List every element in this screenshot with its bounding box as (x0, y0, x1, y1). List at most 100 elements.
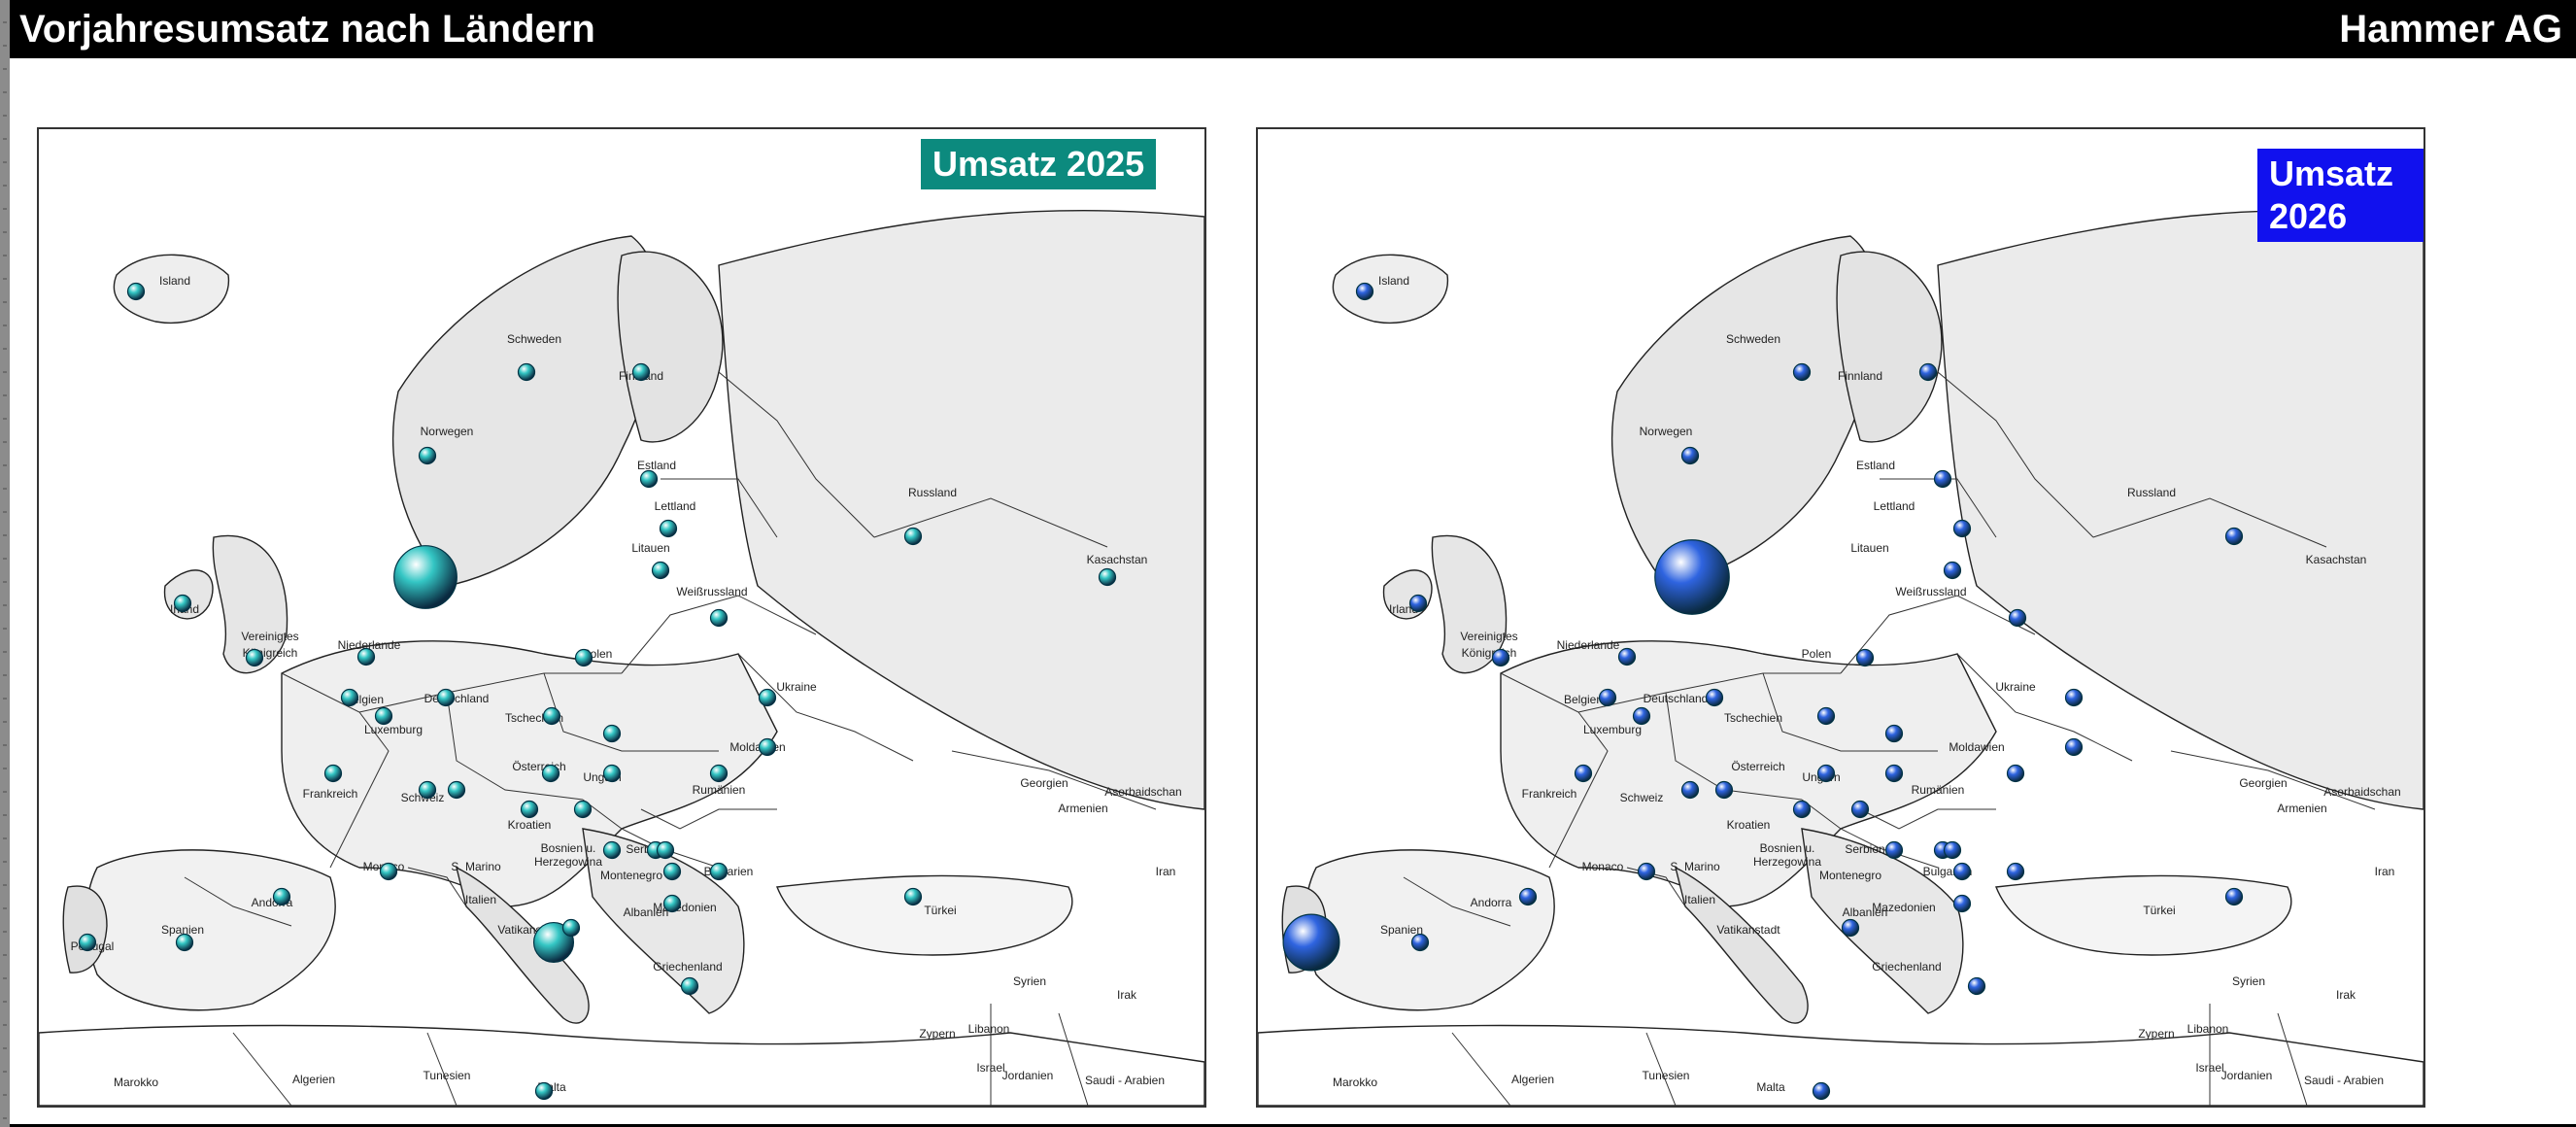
country-label: Aserbaidschan (2323, 785, 2400, 799)
bubble-schweiz (418, 780, 437, 800)
bubble-malta (534, 1081, 554, 1101)
bubble-deutschland (436, 688, 456, 707)
bubble-albanien (680, 976, 699, 996)
country-label: S. Marino (1670, 860, 1720, 873)
country-label: Herzegowina (534, 855, 602, 869)
country-label: Iran (2375, 865, 2395, 878)
bubble-weißrussland (2008, 608, 2027, 628)
country-label: Schweden (1726, 332, 1780, 346)
bubble-bulgarien (709, 862, 729, 881)
bubble-montenegro (662, 862, 682, 881)
country-label: Serbien (1845, 842, 1884, 856)
country-label: Estland (637, 459, 676, 472)
country-label: Iran (1156, 865, 1176, 878)
country-label: Deutschland (1644, 692, 1709, 705)
country-label: Bosnien u. (541, 841, 596, 855)
country-label: Italien (465, 893, 496, 906)
bubble-lettland (1952, 519, 1972, 538)
country-label: Saudi - Arabien (2304, 1074, 2384, 1087)
bubble-schweden (517, 362, 536, 382)
bubble-vereinigtes-königreich (1491, 648, 1510, 667)
country-label: Herzegowina (1753, 855, 1821, 869)
bubble-kroatien (573, 800, 593, 819)
country-label: Norwegen (1640, 425, 1693, 438)
bubble-belgien (1598, 688, 1617, 707)
country-label: Tunesien (424, 1069, 471, 1082)
bubble-russland (2224, 527, 2244, 546)
country-label: Irak (2336, 988, 2356, 1002)
legend-umsatz-2025: Umsatz 2025 (921, 139, 1157, 189)
bubble-schweiz (1680, 780, 1700, 800)
bubble-slowakei (602, 724, 622, 743)
country-label: Ukraine (1995, 680, 2036, 694)
country-label: Armenien (2277, 802, 2326, 815)
bubble-lettland (659, 519, 678, 538)
country-label: Israel (2195, 1061, 2223, 1075)
country-label: Andorra (1471, 896, 1512, 909)
country-label: Estland (1856, 459, 1895, 472)
country-label: Vereinigtes (1460, 630, 1517, 643)
bubble-niederlande (356, 647, 376, 666)
country-label: Polen (1802, 647, 1832, 661)
country-label: Griechenland (1872, 960, 1941, 973)
country-label: Libanon (2187, 1022, 2229, 1036)
bubble-andorra (272, 887, 291, 906)
bubble-österreich (1816, 764, 1836, 783)
bubble-monaco (379, 862, 398, 881)
bubble-montenegro (1952, 862, 1972, 881)
country-label: Lettland (655, 499, 696, 513)
bubble-monaco (1637, 862, 1656, 881)
bubble-bulgarien (2006, 862, 2025, 881)
bubble-liechtenstein (447, 780, 466, 800)
bubble-vatikanstadt (561, 918, 581, 938)
country-label: Türkei (924, 904, 956, 917)
country-label: Zypern (2138, 1027, 2174, 1041)
europe-map-2025: IslandSchwedenFinnlandNorwegenRusslandEs… (39, 129, 1204, 1106)
bubble-island (126, 282, 146, 301)
country-label: Niederlande (1557, 638, 1620, 652)
country-label: Finnland (1838, 369, 1882, 383)
bubble-irland (173, 594, 192, 613)
bubble-österreich (541, 764, 560, 783)
country-label: Weißrussland (1895, 585, 1966, 598)
country-label: S. Marino (451, 860, 501, 873)
country-label: Vatikanstadt (1716, 923, 1780, 937)
country-label: Weißrussland (676, 585, 747, 598)
bubble-albanien (1967, 976, 1986, 996)
country-label: Luxemburg (364, 723, 423, 736)
bubble-tschechien (1816, 706, 1836, 726)
country-label: Island (159, 274, 190, 288)
country-label: Kroatien (1727, 818, 1771, 832)
sheet-row-header (0, 0, 10, 1127)
bubble-mazedonien (1952, 894, 1972, 913)
country-label: Moldawien (1949, 740, 2004, 754)
bubble-finnland (631, 362, 651, 382)
country-label: Island (1378, 274, 1409, 288)
bubble-kosovo (1943, 840, 1962, 860)
bubble-kroatien (1850, 800, 1870, 819)
bubble-island (1355, 282, 1374, 301)
bubble-irland (1408, 594, 1428, 613)
bubble-norwegen (1680, 446, 1700, 465)
bubble-moldawien (2064, 737, 2084, 757)
country-label: Aserbaidschan (1104, 785, 1181, 799)
bubble-dänemark (1654, 539, 1730, 615)
bubble-norwegen (418, 446, 437, 465)
country-label: Lettland (1874, 499, 1915, 513)
country-label: Tunesien (1643, 1069, 1690, 1082)
country-label: Jordanien (2221, 1069, 2273, 1082)
country-label: Irak (1117, 988, 1137, 1002)
bubble-rumänien (2006, 764, 2025, 783)
bubble-ukraine (2064, 688, 2084, 707)
bubble-spanien (1410, 933, 1430, 952)
bubble-slowenien (520, 800, 539, 819)
bubble-litauen (1943, 561, 1962, 580)
bubble-polen (574, 648, 593, 667)
country-label: Albanien (1843, 905, 1888, 919)
country-label: Rumänien (1912, 783, 1965, 797)
country-label: Malta (1756, 1080, 1785, 1094)
country-label: Deutschland (424, 692, 490, 705)
bubble-luxemburg (1632, 706, 1651, 726)
country-label: Zypern (919, 1027, 955, 1041)
country-label: Kasachstan (1087, 553, 1148, 566)
